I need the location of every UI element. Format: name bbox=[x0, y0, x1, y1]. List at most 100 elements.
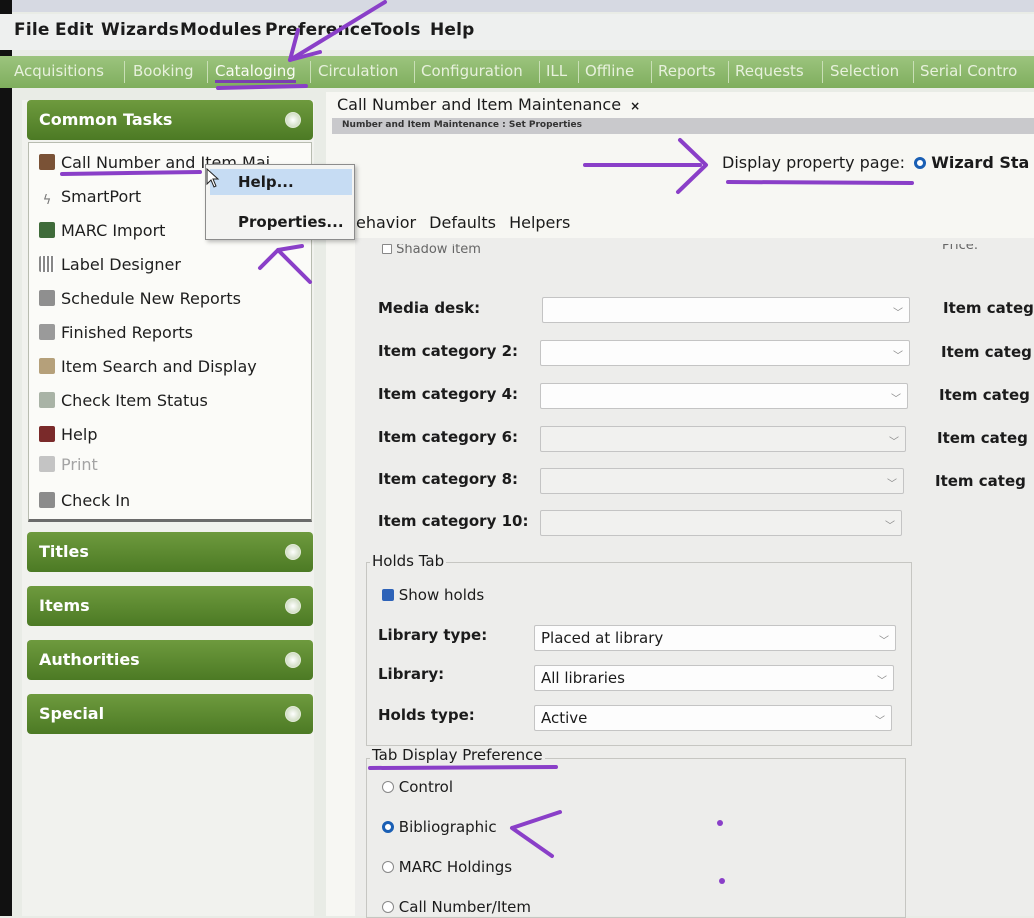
module-ill[interactable]: ILL bbox=[546, 62, 567, 80]
item-category-right-label: Item categ bbox=[939, 386, 1030, 404]
library-label: Library: bbox=[378, 665, 445, 683]
marc-holdings-radio[interactable]: MARC Holdings bbox=[382, 858, 512, 876]
task-print[interactable]: Print bbox=[39, 455, 98, 474]
task-item-search-display[interactable]: Item Search and Display bbox=[39, 357, 257, 376]
item-category-8-label: Item category 8: bbox=[378, 470, 519, 488]
task-schedule-new-reports[interactable]: Schedule New Reports bbox=[39, 289, 241, 308]
menu-bar: File Edit Wizards Modules Preference Too… bbox=[0, 14, 1034, 50]
chevron-down-icon: ﹀ bbox=[879, 636, 889, 647]
menu-preference[interactable]: Preference bbox=[265, 20, 372, 40]
library-type-select[interactable]: Placed at library ﹀ bbox=[534, 625, 896, 651]
task-help[interactable]: Help bbox=[39, 425, 97, 444]
context-menu-properties[interactable]: Properties... bbox=[210, 209, 352, 235]
show-holds-checkbox[interactable]: Show holds bbox=[382, 586, 484, 604]
bibliographic-radio[interactable]: Bibliographic bbox=[382, 818, 497, 836]
check-in-icon bbox=[39, 492, 55, 508]
report-icon bbox=[39, 324, 55, 340]
common-tasks-header[interactable]: Common Tasks bbox=[27, 100, 313, 140]
radio-icon bbox=[382, 901, 394, 913]
module-circulation[interactable]: Circulation bbox=[318, 62, 398, 80]
shadow-item-checkbox-cut[interactable]: Shadow item bbox=[382, 244, 481, 256]
authorities-header[interactable]: Authorities bbox=[27, 640, 313, 680]
task-finished-reports[interactable]: Finished Reports bbox=[39, 323, 193, 342]
item-category-8-select[interactable]: ﹀ bbox=[540, 468, 904, 494]
wizard-subtitle: Number and Item Maintenance : Set Proper… bbox=[342, 120, 582, 130]
task-marc-import[interactable]: MARC Import bbox=[39, 221, 165, 240]
holds-type-select[interactable]: Active ﹀ bbox=[534, 705, 892, 731]
chevron-down-icon: ﹀ bbox=[889, 437, 899, 448]
item-category-4-label: Item category 4: bbox=[378, 385, 519, 403]
menu-file[interactable]: File bbox=[14, 20, 50, 40]
module-requests[interactable]: Requests bbox=[735, 62, 804, 80]
show-holds-label: Show holds bbox=[398, 586, 485, 604]
special-header[interactable]: Special bbox=[27, 694, 313, 734]
menu-tools[interactable]: Tools bbox=[371, 20, 421, 40]
module-acquisitions[interactable]: Acquisitions bbox=[14, 62, 104, 80]
library-type-label: Library type: bbox=[378, 626, 488, 644]
holds-type-label: Holds type: bbox=[378, 706, 475, 724]
report-schedule-icon bbox=[39, 290, 55, 306]
menu-modules[interactable]: Modules bbox=[180, 20, 262, 40]
item-category-right-label: Item categ bbox=[941, 343, 1032, 361]
import-icon bbox=[39, 222, 55, 238]
items-header[interactable]: Items bbox=[27, 586, 313, 626]
menu-edit[interactable]: Edit bbox=[55, 20, 94, 40]
special-label: Special bbox=[39, 704, 105, 723]
library-select[interactable]: All libraries ﹀ bbox=[534, 665, 894, 691]
item-category-10-select[interactable]: ﹀ bbox=[540, 510, 902, 536]
task-label-designer[interactable]: Label Designer bbox=[39, 255, 181, 274]
expand-icon[interactable] bbox=[285, 706, 301, 722]
tab-behavior[interactable]: ehavior bbox=[356, 213, 416, 232]
chevron-down-icon: ﹀ bbox=[893, 351, 903, 362]
help-icon bbox=[39, 426, 55, 442]
item-category-6-select[interactable]: ﹀ bbox=[540, 426, 906, 452]
module-serial-control[interactable]: Serial Contro bbox=[920, 62, 1017, 80]
module-selection[interactable]: Selection bbox=[830, 62, 899, 80]
media-desk-select[interactable]: ﹀ bbox=[542, 297, 910, 323]
items-label: Items bbox=[39, 596, 90, 615]
module-offline[interactable]: Offline bbox=[585, 62, 634, 80]
task-smartport[interactable]: ϟ SmartPort bbox=[39, 187, 141, 209]
tab-helpers[interactable]: Helpers bbox=[509, 213, 570, 232]
item-category-right-label: Item categ bbox=[935, 472, 1026, 490]
menu-wizards[interactable]: Wizards bbox=[101, 20, 179, 40]
chevron-down-icon: ﹀ bbox=[877, 676, 887, 687]
module-configuration[interactable]: Configuration bbox=[421, 62, 523, 80]
display-property-page: Display property page: Wizard Sta bbox=[722, 153, 1029, 172]
holds-tab-title: Holds Tab bbox=[370, 552, 447, 570]
close-tab-icon[interactable]: × bbox=[630, 99, 640, 113]
expand-icon[interactable] bbox=[285, 652, 301, 668]
wizard-radio[interactable] bbox=[914, 157, 927, 169]
radio-icon bbox=[382, 781, 394, 793]
item-category-4-select[interactable]: ﹀ bbox=[540, 383, 908, 409]
module-reports[interactable]: Reports bbox=[658, 62, 716, 80]
expand-icon[interactable] bbox=[285, 544, 301, 560]
collapse-icon[interactable] bbox=[285, 112, 301, 128]
document-tab-title: Call Number and Item Maintenance bbox=[337, 95, 622, 114]
item-category-right-label: Item categ bbox=[943, 299, 1034, 317]
chevron-down-icon: ﹀ bbox=[887, 479, 897, 490]
task-check-in[interactable]: Check In bbox=[39, 491, 130, 510]
titles-header[interactable]: Titles bbox=[27, 532, 313, 572]
module-cataloging[interactable]: Cataloging bbox=[215, 62, 296, 83]
module-booking[interactable]: Booking bbox=[133, 62, 194, 80]
task-check-item-status[interactable]: Check Item Status bbox=[39, 391, 208, 410]
radio-selected-icon bbox=[382, 821, 394, 833]
context-menu: Help... Properties... bbox=[205, 164, 355, 240]
chevron-down-icon: ﹀ bbox=[893, 308, 903, 319]
module-tab-bar: Acquisitions Booking Cataloging Circulat… bbox=[0, 56, 1034, 88]
item-category-2-select[interactable]: ﹀ bbox=[540, 340, 910, 366]
call-number-item-radio[interactable]: Call Number/Item bbox=[382, 898, 531, 916]
item-category-2-label: Item category 2: bbox=[378, 342, 519, 360]
display-property-label: Display property page: bbox=[722, 153, 905, 172]
context-menu-help[interactable]: Help... bbox=[210, 169, 352, 195]
control-radio[interactable]: Control bbox=[382, 778, 453, 796]
document-tab[interactable]: Call Number and Item Maintenance × bbox=[337, 95, 640, 114]
status-icon bbox=[39, 392, 55, 408]
common-tasks-label: Common Tasks bbox=[39, 110, 173, 129]
tab-display-preference-title: Tab Display Preference bbox=[370, 746, 545, 764]
expand-icon[interactable] bbox=[285, 598, 301, 614]
tab-defaults[interactable]: Defaults bbox=[429, 213, 496, 232]
menu-help[interactable]: Help bbox=[430, 20, 475, 40]
price-label-cut: Price: bbox=[942, 244, 979, 253]
